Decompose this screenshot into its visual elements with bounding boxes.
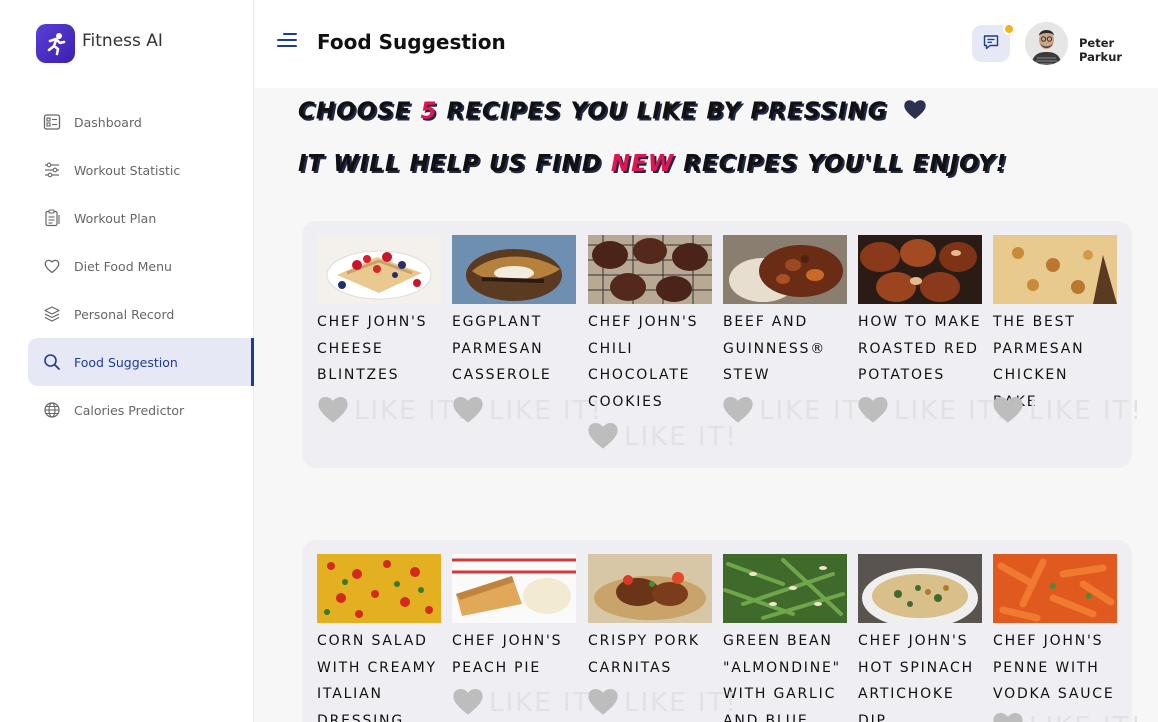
sidebar: Fitness AI Dashboard Workout Statistic W… (0, 0, 254, 722)
recipe-image (317, 235, 441, 304)
heart-icon (451, 686, 485, 720)
notification-dot (1003, 23, 1015, 35)
heart-icon (586, 686, 620, 720)
sidebar-item-workout-plan[interactable]: Workout Plan (28, 194, 254, 242)
recipe-name: CHEF JOHN'S HOT SPINACH ARTICHOKE DIP (858, 633, 974, 722)
sidebar-item-dashboard[interactable]: Dashboard (28, 98, 254, 146)
avatar[interactable] (1025, 22, 1068, 65)
app-logo[interactable]: Fitness AI (36, 24, 163, 63)
sidebar-item-label: Diet Food Menu (74, 258, 172, 274)
recipe-name: EGGPLANT PARMESAN CASSEROLE (452, 314, 552, 383)
like-label: LIKE IT! (1029, 396, 1143, 426)
recipe-image (452, 554, 576, 623)
heart-icon (451, 394, 485, 428)
chat-icon (982, 33, 1000, 55)
user-name[interactable]: Peter Parkur (1079, 36, 1158, 64)
heart-icon (586, 420, 620, 454)
heart-icon (991, 394, 1025, 428)
sidebar-item-label: Workout Statistic (74, 162, 181, 178)
recipe-card[interactable]: THE BEST PARMESAN CHICKEN BAKE (993, 235, 1117, 415)
sidebar-item-label: Food Suggestion (74, 354, 178, 370)
instruction-text: RECIPES YOU'LL ENJOY! (674, 151, 1008, 177)
like-button[interactable]: LIKE IT! (586, 686, 746, 720)
recipe-name: HOW TO MAKE ROASTED RED POTATOES (858, 314, 982, 383)
sidebar-nav: Dashboard Workout Statistic Workout Plan… (28, 98, 254, 434)
recipe-name: CORN SALAD WITH CREAMY ITALIAN DRESSING (317, 633, 437, 722)
globe-icon (42, 400, 62, 420)
sidebar-item-label: Dashboard (74, 114, 142, 130)
recipe-image (993, 235, 1117, 304)
sidebar-item-label: Calories Predictor (74, 402, 185, 418)
search-icon (42, 352, 62, 372)
recipe-name: CRISPY PORK CARNITAS (588, 633, 700, 676)
like-label: LIKE IT! (624, 688, 738, 718)
sliders-icon (42, 160, 62, 180)
new-highlight: NEW (610, 151, 675, 177)
recipe-image (723, 235, 847, 304)
recipe-image (993, 554, 1117, 623)
recipe-card[interactable]: CHEF JOHN'S CHILI CHOCOLATE COOKIES (588, 235, 712, 415)
heart-icon (42, 256, 62, 276)
instruction-text: CHOOSE (298, 98, 421, 125)
recipe-image (317, 554, 441, 623)
recipe-image (723, 554, 847, 623)
sidebar-item-label: Personal Record (74, 306, 175, 322)
sidebar-item-label: Workout Plan (74, 210, 157, 226)
like-label: LIKE IT! (1029, 712, 1143, 722)
recipe-name: CHEF JOHN'S CHEESE BLINTZES (317, 314, 428, 383)
instruction-text: RECIPES YOU LIKE BY PRESSING (437, 98, 888, 125)
recipe-card[interactable]: CHEF JOHN'S HOT SPINACH ARTICHOKE DIP (858, 554, 982, 722)
app-name: Fitness AI (82, 30, 163, 51)
sidebar-item-workout-statistic[interactable]: Workout Statistic (28, 146, 254, 194)
recipe-card[interactable]: CHEF JOHN'S PENNE WITH VODKA SAUCE (993, 554, 1117, 708)
recipe-card[interactable]: BEEF AND GUINNESS® STEW (723, 235, 847, 389)
recipe-image (588, 554, 712, 623)
heart-icon (856, 394, 890, 428)
clipboard-icon (42, 208, 62, 228)
heart-icon (903, 98, 927, 126)
sidebar-item-diet-food-menu[interactable]: Diet Food Menu (28, 242, 254, 290)
recipe-image (588, 235, 712, 304)
recipe-count: 5 (420, 98, 438, 125)
sidebar-item-food-suggestion[interactable]: Food Suggestion (28, 338, 254, 386)
heart-icon (991, 710, 1025, 722)
recipe-card[interactable]: EGGPLANT PARMESAN CASSEROLE (452, 235, 576, 389)
instruction-text: IT WILL HELP US FIND (298, 151, 611, 177)
recipe-image (858, 235, 982, 304)
menu-icon[interactable] (277, 33, 297, 51)
recipe-image (858, 554, 982, 623)
recipe-card[interactable]: CORN SALAD WITH CREAMY ITALIAN DRESSING (317, 554, 441, 722)
top-header: Food Suggestion Peter Parkur (255, 0, 1158, 88)
dashboard-icon (42, 112, 62, 132)
like-button[interactable]: LIKE IT! (991, 394, 1147, 428)
recipe-name: BEEF AND GUINNESS® STEW (723, 314, 826, 383)
layers-icon (42, 304, 62, 324)
heart-icon (721, 394, 755, 428)
messages-button[interactable] (972, 23, 1015, 62)
sidebar-item-personal-record[interactable]: Personal Record (28, 290, 254, 338)
instruction-line-1: CHOOSE 5 RECIPES YOU LIKE BY PRESSING (298, 98, 927, 126)
recipe-image (452, 235, 576, 304)
recipe-card[interactable]: HOW TO MAKE ROASTED RED POTATOES (858, 235, 982, 389)
running-man-icon (36, 24, 75, 63)
like-button[interactable]: LIKE IT! (991, 710, 1151, 722)
page-title: Food Suggestion (317, 30, 506, 54)
recipe-card[interactable]: CHEF JOHN'S PEACH PIE (452, 554, 576, 681)
instruction-line-2: IT WILL HELP US FIND NEW RECIPES YOU'LL … (298, 151, 1007, 177)
recipe-name: CHEF JOHN'S PEACH PIE (452, 633, 563, 676)
recipe-card[interactable]: CHEF JOHN'S CHEESE BLINTZES (317, 235, 441, 389)
sidebar-item-calories-predictor[interactable]: Calories Predictor (28, 386, 254, 434)
heart-icon (316, 394, 350, 428)
recipe-name: CHEF JOHN'S PENNE WITH VODKA SAUCE (993, 633, 1115, 702)
recipe-card[interactable]: CRISPY PORK CARNITAS (588, 554, 712, 681)
